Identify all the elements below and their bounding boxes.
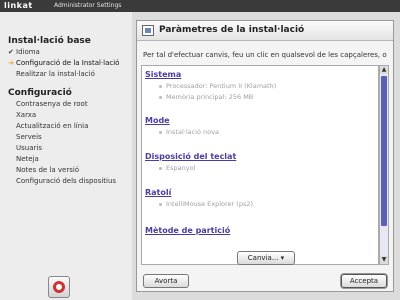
list-item: IntelliMouse Explorer (ps2) [159, 200, 375, 208]
category-link[interactable]: Disposició del teclat [145, 152, 375, 161]
sidebar-section-title: Instal·lació base [8, 36, 91, 46]
vertical-scrollbar[interactable]: ▲ ▼ [379, 65, 389, 265]
linkat-logo: linkat [4, 1, 33, 10]
sidebar-item-serveis[interactable]: Serveis [8, 133, 130, 143]
scroll-down-icon[interactable]: ▼ [380, 256, 388, 264]
panel-header: Paràmetres de la instal·lació [137, 21, 393, 41]
settings-window-icon [142, 25, 154, 36]
dropdown-arrow-icon: ▾ [278, 254, 285, 262]
sidebar-item-actualitzacio[interactable]: Actualització en línia [8, 122, 130, 132]
sidebar-item-contrasenya-root[interactable]: Contrasenya de root [8, 100, 130, 110]
category-link[interactable]: Ratolí [145, 188, 375, 197]
sidebar-item-configuracio-installacio[interactable]: ➔ Configuració de la Instal·lació [8, 59, 130, 69]
sidebar-item-xarxa[interactable]: Xarxa [8, 111, 130, 121]
window-title: Administrator Settings [54, 2, 122, 9]
category-sistema: Sistema Processador: Pentium II (Klamath… [145, 70, 375, 101]
sidebar-item-notes-versio[interactable]: Notes de la versió [8, 166, 130, 176]
category-metode-particio: Mètode de partició [145, 226, 375, 235]
abort-button[interactable]: Avorta [143, 274, 189, 288]
list-item: Processador: Pentium II (Klamath) [159, 82, 375, 90]
sidebar-item-realitzar-installacio[interactable]: Realitzar la instal·lació [8, 70, 130, 80]
scroll-up-icon[interactable]: ▲ [380, 66, 388, 74]
change-button[interactable]: Canvia... ▾ [237, 251, 295, 265]
list-item: Espanyol [159, 164, 375, 172]
help-button[interactable] [48, 276, 70, 298]
sidebar-item-idioma[interactable]: ✔ Idioma [8, 48, 130, 58]
panel-title: Paràmetres de la instal·lació [159, 25, 305, 35]
sidebar-item-usuaris[interactable]: Usuaris [8, 144, 130, 154]
scroll-thumb[interactable] [381, 76, 387, 226]
sidebar-section-title: Configuració [8, 88, 72, 98]
sidebar: Instal·lació base ✔ Idioma ➔ Configuració … [0, 12, 132, 300]
sidebar-item-neteja[interactable]: Neteja [8, 155, 130, 165]
category-ratoli: Ratolí IntelliMouse Explorer (ps2) [145, 188, 375, 208]
category-link[interactable]: Sistema [145, 70, 375, 79]
sidebar-item-dispositius[interactable]: Configuració dels dispositius [8, 177, 130, 187]
accept-button[interactable]: Accepta [341, 274, 387, 288]
settings-list: Sistema Processador: Pentium II (Klamath… [141, 65, 379, 265]
check-icon: ✔ [8, 48, 14, 56]
arrow-right-icon: ➔ [8, 59, 14, 67]
list-item: Instal·lació nova [159, 128, 375, 136]
instructions-text: Per tal d'efectuar canvis, feu un clic e… [143, 51, 387, 59]
category-teclat: Disposició del teclat Espanyol [145, 152, 375, 172]
list-item: Memòria principal: 256 MB [159, 93, 375, 101]
category-link[interactable]: Mode [145, 116, 375, 125]
lifebuoy-icon [53, 281, 65, 293]
top-bar: linkat Administrator Settings [0, 0, 400, 12]
category-link[interactable]: Mètode de partició [145, 226, 375, 235]
category-mode: Mode Instal·lació nova [145, 116, 375, 136]
settings-panel: Paràmetres de la instal·lació Per tal d'… [136, 20, 394, 292]
